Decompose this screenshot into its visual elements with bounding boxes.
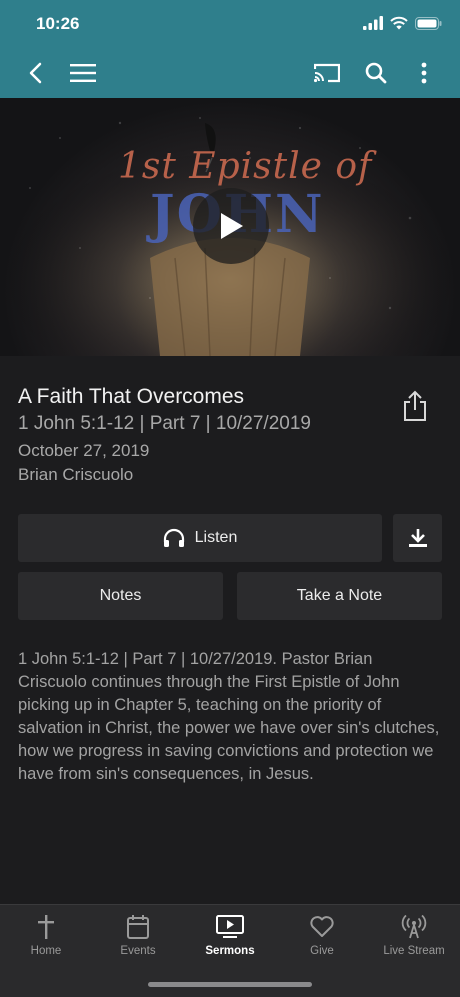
sermon-video-thumbnail[interactable]: 1st Epistle of JOHN [0,98,460,356]
download-icon [408,529,427,547]
heart-icon [310,916,334,937]
broadcast-icon [401,915,427,939]
search-button[interactable] [361,58,391,88]
tab-give-label: Give [310,945,334,957]
sermon-subtitle: 1 John 5:1-12 | Part 7 | 10/27/2019 [18,413,311,434]
tab-give[interactable]: Give [276,913,368,963]
signal-icon [363,16,383,30]
chevron-left-icon [29,62,42,84]
tab-sermons[interactable]: Sermons [184,913,276,963]
status-time: 10:26 [36,14,80,33]
battery-icon [415,16,442,30]
hamburger-icon [70,64,96,82]
tab-home[interactable]: Home [0,913,92,963]
nav-bar [0,48,460,98]
sermon-title: A Faith That Overcomes [18,385,245,408]
sermon-date: October 27, 2019 [18,441,150,460]
listen-label: Listen [194,529,238,546]
home-indicator [148,982,312,987]
tab-events-label: Events [120,945,156,957]
sermon-description: 1 John 5:1-12 | Part 7 | 10/27/2019. Pas… [18,650,440,783]
status-icons [363,16,442,30]
video-icon [216,915,244,938]
take-note-label: Take a Note [296,587,383,604]
share-icon [404,390,426,421]
back-button[interactable] [20,58,50,88]
more-vertical-icon [421,62,427,84]
sermon-speaker: Brian Criscuolo [18,465,134,484]
notes-button[interactable]: Notes [18,572,223,620]
search-icon [365,62,387,84]
tab-live-stream-label: Live Stream [383,945,445,957]
tab-home-label: Home [30,945,62,957]
notes-label: Notes [99,587,142,604]
calendar-icon [127,915,149,939]
cast-icon [314,63,340,83]
listen-button[interactable]: Listen [18,514,382,562]
headphones-icon [163,528,184,547]
cast-button[interactable] [312,58,342,88]
play-button[interactable] [193,188,269,264]
tab-sermons-label: Sermons [205,945,255,957]
share-button[interactable] [400,390,430,422]
hero-title-line1: 1st Epistle of [118,146,373,187]
play-icon [221,213,243,239]
tab-live-stream[interactable]: Live Stream [368,913,460,963]
more-options-button[interactable] [409,58,439,88]
wifi-icon [390,16,408,30]
menu-button[interactable] [68,58,98,88]
download-button[interactable] [393,514,442,562]
cross-icon [38,915,54,939]
status-bar: 10:26 [0,0,460,48]
take-note-button[interactable]: Take a Note [237,572,442,620]
tab-events[interactable]: Events [92,913,184,963]
